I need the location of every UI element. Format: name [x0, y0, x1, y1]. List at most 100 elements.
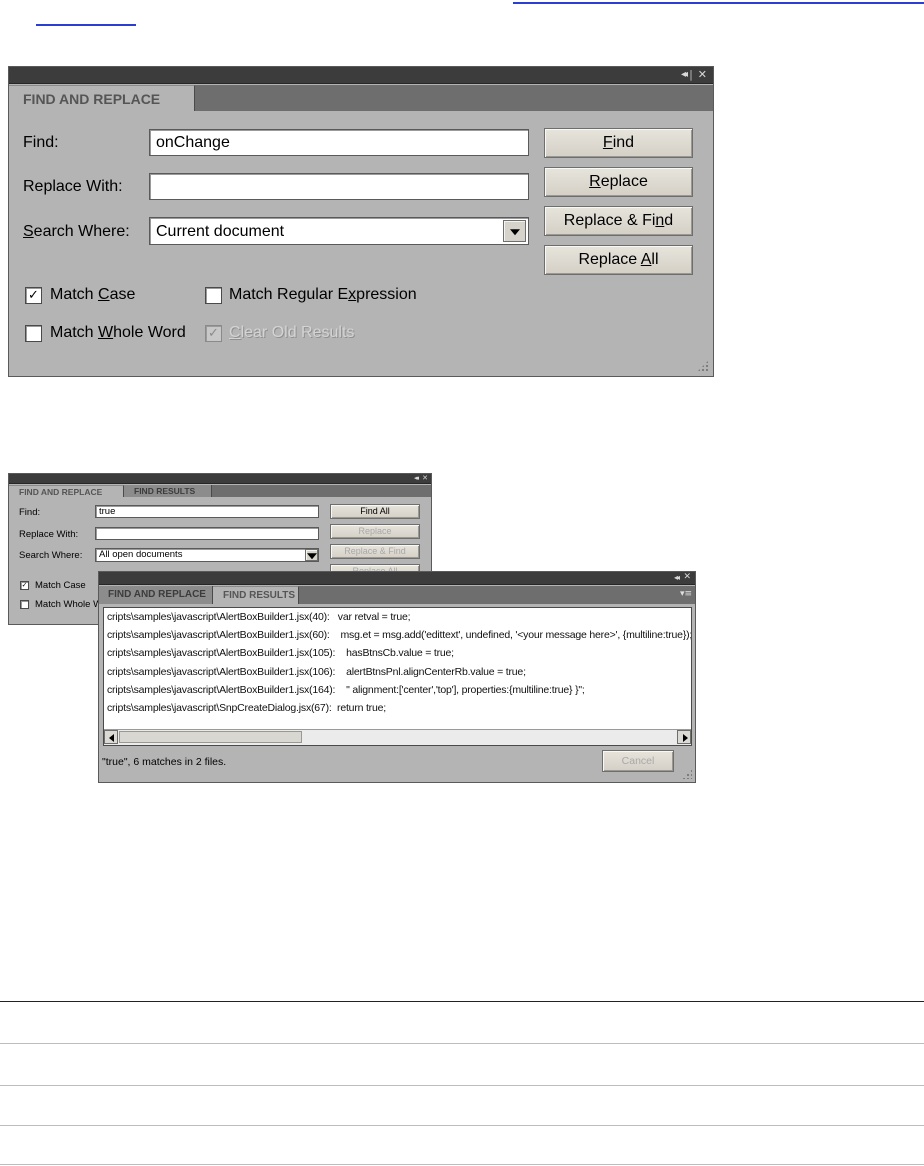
match-regex-checkbox[interactable]: [205, 287, 222, 304]
result-row[interactable]: cripts\samples\javascript\AlertBoxBuilde…: [107, 611, 411, 623]
link-underline[interactable]: [513, 2, 924, 4]
close-icon[interactable]: ✕: [698, 69, 707, 80]
search-where-label: Search Where:: [23, 223, 130, 241]
resize-grip-icon[interactable]: [682, 769, 692, 779]
replace-button-mnemonic: R: [589, 173, 601, 190]
tab-row: FIND AND REPLACE: [9, 85, 713, 111]
cancel-button[interactable]: Cancel: [602, 750, 674, 772]
panel-menu-icon[interactable]: ▾≡: [680, 590, 692, 599]
horizontal-scrollbar[interactable]: [104, 729, 691, 745]
tab-find-results[interactable]: FIND RESULTS: [124, 485, 212, 497]
replace-button[interactable]: Replace: [544, 167, 693, 197]
search-where-select[interactable]: All open documents: [95, 548, 319, 562]
find-button-mnemonic: F: [602, 134, 613, 151]
find-replace-panel-large: ◂◂ | ✕ FIND AND REPLACE Find: onChange R…: [8, 66, 714, 377]
results-list[interactable]: cripts\samples\javascript\AlertBoxBuilde…: [103, 607, 692, 746]
match-case-checkbox[interactable]: ✓: [20, 581, 29, 590]
replace-and-find-button[interactable]: Replace & Find: [330, 544, 420, 559]
replace-button-label-rest: eplace: [600, 173, 648, 190]
find-label: Find:: [23, 134, 59, 151]
match-case-label-rest: ase: [109, 286, 136, 303]
chevron-left-icon: [109, 734, 114, 742]
find-button[interactable]: Find: [544, 128, 693, 158]
dropdown-arrow-icon[interactable]: [503, 220, 526, 242]
tab-find-and-replace[interactable]: FIND AND REPLACE: [9, 485, 124, 497]
find-input[interactable]: onChange: [149, 129, 529, 156]
result-row[interactable]: cripts\samples\javascript\AlertBoxBuilde…: [107, 666, 526, 678]
replace-all-button-label-rest: ll: [651, 251, 659, 268]
match-case-mnemonic: C: [98, 286, 110, 303]
match-case-checkbox[interactable]: ✓: [25, 287, 42, 304]
close-icon[interactable]: ✕: [683, 573, 691, 582]
panel-titlebar: ◂◂ ✕: [99, 572, 695, 585]
scroll-left-button[interactable]: [104, 730, 118, 744]
match-whole-word-checkbox[interactable]: [25, 325, 42, 342]
result-row[interactable]: cripts\samples\javascript\SnpCreateDialo…: [107, 702, 386, 714]
match-regex-mnemonic: x: [348, 286, 357, 303]
clear-old-results-checkbox[interactable]: ✓: [205, 325, 222, 342]
collapse-icon[interactable]: ◂◂: [674, 574, 680, 582]
link-underline[interactable]: [36, 24, 136, 26]
tab-find-results[interactable]: FIND RESULTS: [213, 586, 299, 604]
tab-find-and-replace[interactable]: FIND AND REPLACE: [99, 586, 213, 604]
replace-with-label: Replace With:: [23, 178, 123, 195]
result-row[interactable]: cripts\samples\javascript\AlertBoxBuilde…: [107, 629, 691, 641]
search-where-label-rest: earch Where:: [33, 223, 130, 240]
table-rule: [0, 1043, 924, 1044]
replace-find-button-mnemonic: n: [655, 212, 665, 229]
match-regex-label-text: Match Regular E: [229, 286, 349, 303]
tab-row: FIND AND REPLACE FIND RESULTS: [9, 485, 431, 497]
panel-titlebar: ◂◂ ✕: [9, 474, 431, 484]
search-where-select[interactable]: Current document: [149, 217, 529, 245]
match-whole-word-checkbox[interactable]: [20, 600, 29, 609]
match-whole-word-label-rest: hole Word: [113, 324, 186, 341]
collapse-icon[interactable]: ◂◂: [681, 70, 688, 80]
clear-old-results-label[interactable]: Clear Old Results: [229, 324, 354, 342]
find-button-label-rest: ind: [612, 134, 635, 151]
search-where-label-mnemonic: S: [23, 223, 34, 240]
collapse-icon[interactable]: ◂◂: [414, 475, 419, 482]
match-regex-label[interactable]: Match Regular Expression: [229, 286, 417, 304]
find-all-button[interactable]: Find All: [330, 504, 420, 519]
chevron-right-icon: [683, 734, 688, 742]
replace-find-button-label: Replace & Fi: [563, 212, 656, 229]
match-whole-word-label[interactable]: Match Whole Word: [50, 324, 186, 342]
match-case-label[interactable]: Match Case: [50, 286, 135, 304]
clear-old-results-mnemonic: C: [229, 324, 241, 341]
replace-find-button-label-rest: d: [664, 212, 674, 229]
match-whole-word-mnemonic: W: [98, 324, 114, 341]
close-icon[interactable]: ✕: [422, 475, 428, 482]
result-row[interactable]: cripts\samples\javascript\AlertBoxBuilde…: [107, 647, 454, 659]
resize-grip-icon[interactable]: [697, 360, 709, 372]
replace-all-button-mnemonic: A: [640, 251, 652, 268]
scroll-right-button[interactable]: [677, 730, 691, 744]
match-whole-word-label[interactable]: Match Whole W: [35, 599, 102, 610]
match-case-label-text: Match: [50, 286, 99, 303]
table-rule: [0, 1125, 924, 1126]
clear-old-results-label-rest: lear Old Results: [240, 324, 355, 341]
find-results-panel: ◂◂ ✕ FIND AND REPLACE FIND RESULTS ▾≡ cr…: [98, 571, 696, 783]
separator: |: [688, 68, 693, 81]
match-case-label[interactable]: Match Case: [35, 580, 86, 591]
scrollbar-thumb[interactable]: [119, 731, 302, 743]
replace-input[interactable]: [95, 527, 319, 540]
replace-all-button-label: Replace: [578, 251, 641, 268]
match-whole-word-label-text: Match: [50, 324, 99, 341]
table-rule: [0, 1164, 924, 1165]
tab-find-and-replace[interactable]: FIND AND REPLACE: [9, 85, 195, 111]
replace-all-button[interactable]: Replace All: [544, 245, 693, 275]
result-row[interactable]: cripts\samples\javascript\AlertBoxBuilde…: [107, 684, 585, 696]
find-input[interactable]: true: [95, 505, 319, 518]
tab-row: FIND AND REPLACE FIND RESULTS ▾≡: [99, 586, 695, 604]
replace-button[interactable]: Replace: [330, 524, 420, 539]
dropdown-arrow-icon[interactable]: [305, 549, 318, 561]
table-rule: [0, 1001, 924, 1002]
replace-input[interactable]: [149, 173, 529, 200]
replace-and-find-button[interactable]: Replace & Find: [544, 206, 693, 236]
find-label: Find:: [19, 507, 41, 518]
search-where-label: Search Where:: [19, 550, 83, 561]
match-regex-label-rest: pression: [356, 286, 417, 303]
replace-with-label: Replace With:: [19, 529, 79, 540]
panel-titlebar: ◂◂ | ✕: [9, 67, 713, 84]
table-rule: [0, 1085, 924, 1086]
